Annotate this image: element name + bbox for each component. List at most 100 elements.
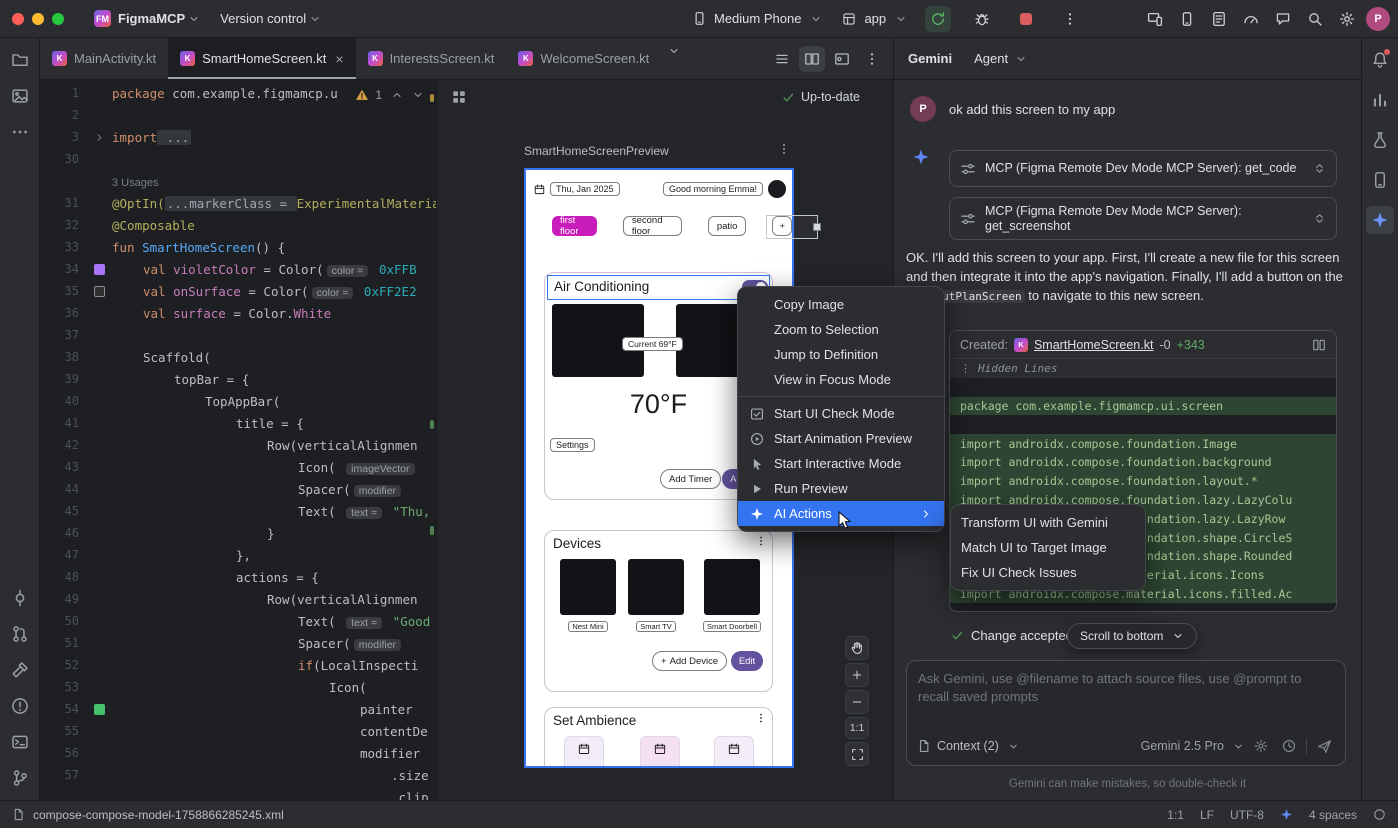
running-devices-icon[interactable] [1142,6,1168,32]
ambience-swatch[interactable] [564,736,604,768]
menu-item-zoom-to-selection[interactable]: Zoom to Selection [738,317,944,342]
indent-setting[interactable]: 4 spaces [1309,808,1357,822]
menu-item-start-ui-check-mode[interactable]: Start UI Check Mode [738,401,944,426]
usages-hint[interactable]: 3 Usages [112,177,158,189]
edit-button[interactable]: Edit [731,651,763,671]
statusbar-filename[interactable]: compose-compose-model-1758866285245.xml [33,808,284,822]
project-menu[interactable]: FM FigmaMCP [94,10,200,27]
vcs-menu[interactable]: Version control [220,11,321,26]
more-actions-button[interactable] [1057,6,1083,32]
logcat-icon[interactable] [1206,6,1232,32]
pan-hand-button[interactable] [845,636,869,660]
file-encoding[interactable]: UTF-8 [1230,808,1264,822]
prev-issue-icon[interactable] [391,89,403,101]
submenu-item-match-ui-to-target-image[interactable]: Match UI to Target Image [951,535,1145,560]
profiler-icon[interactable] [1238,6,1264,32]
split-view-button[interactable] [799,46,825,72]
menu-item-copy-image[interactable]: Copy Image [738,292,944,317]
ambience-kebab-icon[interactable] [755,712,767,724]
tab-smarthomescreen-kt[interactable]: KSmartHomeScreen.kt× [168,38,355,79]
app-insights-icon[interactable] [1270,6,1296,32]
commit-icon[interactable] [6,584,34,612]
diff-icon[interactable] [1312,338,1326,352]
zoom-in-button[interactable] [845,663,869,687]
expand-icon[interactable] [1313,162,1326,175]
code-editor[interactable]: 1package com.example.figmamcp.u23import … [40,80,436,800]
next-issue-icon[interactable] [412,89,424,101]
user-avatar[interactable]: P [1366,7,1390,31]
device-item[interactable]: Smart TV [628,559,684,632]
tab-agent[interactable]: Agent [974,51,1027,66]
floor-tab-patio[interactable]: patio [708,216,747,236]
tab-gemini[interactable]: Gemini [908,51,952,66]
preview-grid-icon[interactable] [451,89,467,105]
send-button[interactable] [1313,735,1335,757]
design-view-button[interactable] [829,46,855,72]
menu-item-start-animation-preview[interactable]: Start Animation Preview [738,426,944,451]
device-item[interactable]: Smart Doorbell [704,559,760,632]
prompt-history-icon[interactable] [1278,735,1300,757]
status-indicator-icon[interactable] [1373,808,1386,821]
menu-item-start-interactive-mode[interactable]: Start Interactive Mode [738,451,944,476]
tab-mainactivity-kt[interactable]: KMainActivity.kt [40,38,168,79]
prompt-settings-icon[interactable] [1250,735,1272,757]
hidden-lines-row[interactable]: ⋮Hidden Lines [950,359,1336,378]
preview-title[interactable]: SmartHomeScreenPreview [524,144,669,158]
scroll-to-bottom-button[interactable]: Scroll to bottom [1067,623,1197,649]
tool-call-card-get-screenshot[interactable]: MCP (Figma Remote Dev Mode MCP Server): … [949,197,1337,240]
terminal-icon[interactable] [6,728,34,756]
zoom-level-button[interactable]: 1:1 [845,717,869,739]
resize-handle[interactable] [813,223,821,231]
rerun-button[interactable] [925,6,951,32]
fold-toggle-icon[interactable] [86,132,112,143]
device-item[interactable]: Nest Mini [560,559,616,632]
resource-manager-icon[interactable] [6,82,34,110]
pull-requests-icon[interactable] [6,620,34,648]
stop-button[interactable] [1013,6,1039,32]
device-manager-icon[interactable] [1174,6,1200,32]
gemini-status-icon[interactable] [1280,808,1293,821]
ambience-swatch[interactable] [640,736,680,768]
problems-icon[interactable] [6,692,34,720]
inspections-widget[interactable]: 1 [351,86,428,104]
project-icon[interactable] [6,46,34,74]
hidden-tabs-chevron-icon[interactable] [661,38,687,64]
tab-welcomescreen-kt[interactable]: KWelcomeScreen.kt [506,38,661,79]
zoom-window-button[interactable] [52,13,64,25]
search-icon[interactable] [1302,6,1328,32]
close-tab-icon[interactable]: × [335,51,343,67]
fit-to-screen-button[interactable] [845,742,869,766]
ambience-swatch[interactable] [714,736,754,768]
debug-button[interactable] [969,6,995,32]
notifications-icon[interactable] [1366,46,1394,74]
tab-interestsscreen-kt[interactable]: KInterestsScreen.kt [356,38,507,79]
selection-overlay[interactable] [766,215,818,239]
context-label[interactable]: Context (2) [937,739,999,753]
expand-icon[interactable] [1313,212,1326,225]
minimize-window-button[interactable] [32,13,44,25]
line-ending[interactable]: LF [1200,808,1214,822]
caret-position[interactable]: 1:1 [1167,808,1184,822]
add-timer-button[interactable]: Add Timer [660,469,721,489]
profiler-home-icon[interactable] [1366,86,1394,114]
device-selector[interactable]: Medium Phone [690,6,822,32]
zoom-out-button[interactable] [845,690,869,714]
tool-call-card-get-code[interactable]: MCP (Figma Remote Dev Mode MCP Server): … [949,150,1337,187]
menu-item-jump-to-definition[interactable]: Jump to Definition [738,342,944,367]
settings-icon[interactable] [1334,6,1360,32]
gemini-icon[interactable] [1366,206,1394,234]
model-selector[interactable]: Gemini 2.5 Pro [1141,739,1224,753]
editor-options-button[interactable] [859,46,885,72]
floor-tab-first-floor[interactable]: first floor [552,216,597,236]
settings-chip[interactable]: Settings [550,438,595,452]
close-window-button[interactable] [12,13,24,25]
more-tools-icon[interactable] [6,118,34,146]
layout-inspector-icon[interactable] [1366,166,1394,194]
run-configuration-selector[interactable]: app [840,6,907,32]
add-device-button[interactable]: +Add Device [652,651,727,671]
code-view-button[interactable] [769,46,795,72]
submenu-item-fix-ui-check-issues[interactable]: Fix UI Check Issues [951,560,1145,585]
devices-kebab-icon[interactable] [755,535,767,547]
gemini-prompt-input[interactable] [918,670,1334,722]
version-control-icon[interactable] [6,764,34,792]
